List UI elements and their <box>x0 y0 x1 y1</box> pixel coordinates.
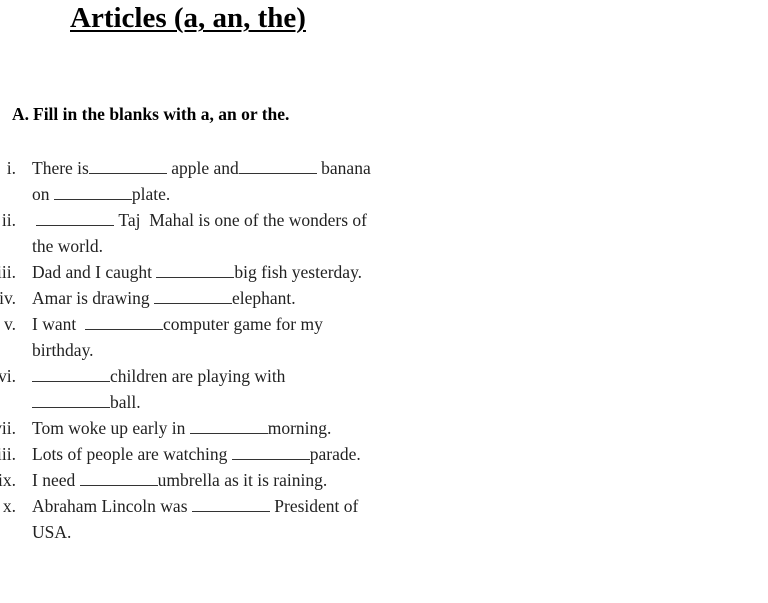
answer-blank[interactable] <box>32 364 110 382</box>
section-heading: A. Fill in the blanks with a, an or the. <box>12 104 289 125</box>
question-text: Amar is drawing elephant. <box>32 286 296 308</box>
section-instruction: Fill in the blanks with a, an or the. <box>33 104 290 124</box>
question-number: x. <box>2 496 16 516</box>
answer-blank[interactable] <box>32 390 110 408</box>
question-list: i. There is apple and banana on plate. ii. … <box>0 155 420 545</box>
question-continuation: on plate. <box>0 181 420 207</box>
question-number: ix. <box>0 470 16 490</box>
question-continuation: ball. <box>0 389 420 415</box>
question-item: ii. Taj Mahal is one of the wonders of <box>0 207 420 233</box>
question-text: There is apple and banana <box>32 156 371 178</box>
answer-blank[interactable] <box>88 156 167 174</box>
question-number: iii. <box>0 262 16 282</box>
question-text: Tom woke up early in morning. <box>32 416 332 438</box>
question-item: vii. Tom woke up early in morning. <box>0 415 420 441</box>
answer-blank[interactable] <box>189 416 268 434</box>
question-number: vii. <box>0 418 16 438</box>
section-letter: A. <box>12 104 30 124</box>
question-number: i. <box>6 158 16 178</box>
question-number: iv. <box>0 288 16 308</box>
question-number: ii. <box>1 210 16 230</box>
answer-blank[interactable] <box>79 468 158 486</box>
worksheet-title: Articles (a, an, the) <box>70 2 306 34</box>
answer-blank[interactable] <box>84 312 163 330</box>
question-text: Taj Mahal is one of the wonders of <box>32 207 367 233</box>
answer-blank[interactable] <box>154 286 232 304</box>
question-continuation: USA. <box>0 519 420 545</box>
answer-blank[interactable] <box>156 260 235 278</box>
answer-blank[interactable] <box>231 442 310 460</box>
question-item: iv. Amar is drawing elephant. <box>0 285 420 311</box>
answer-blank[interactable] <box>191 494 270 512</box>
question-continuation: the world. <box>0 233 420 259</box>
question-text: I want computer game for my <box>32 312 323 334</box>
question-text: Abraham Lincoln was President of <box>32 494 359 516</box>
answer-blank[interactable] <box>36 208 115 226</box>
question-text: birthday. <box>32 340 94 360</box>
question-item: vi. children are playing with <box>0 363 420 389</box>
question-item: v. I want computer game for my <box>0 311 420 337</box>
question-text: on plate. <box>32 182 171 204</box>
question-continuation: birthday. <box>0 337 420 363</box>
question-text: Lots of people are watching parade. <box>32 442 361 464</box>
question-text: the world. <box>32 236 103 256</box>
question-item: iii. Dad and I caught big fish yesterday. <box>0 259 420 285</box>
question-text: I need umbrella as it is raining. <box>32 468 328 490</box>
question-number: vi. <box>0 366 16 386</box>
question-text: Dad and I caught big fish yesterday. <box>32 260 363 282</box>
question-text: USA. <box>32 522 72 542</box>
question-item: viii. Lots of people are watching parade. <box>0 441 420 467</box>
question-item: ix. I need umbrella as it is raining. <box>0 467 420 493</box>
question-text: ball. <box>32 389 141 415</box>
answer-blank[interactable] <box>238 156 317 174</box>
question-number: viii. <box>0 444 16 464</box>
answer-blank[interactable] <box>53 182 132 200</box>
question-item: i. There is apple and banana <box>0 155 420 181</box>
question-item: x. Abraham Lincoln was President of <box>0 493 420 519</box>
question-text: children are playing with <box>32 363 285 389</box>
question-number: v. <box>4 314 16 334</box>
